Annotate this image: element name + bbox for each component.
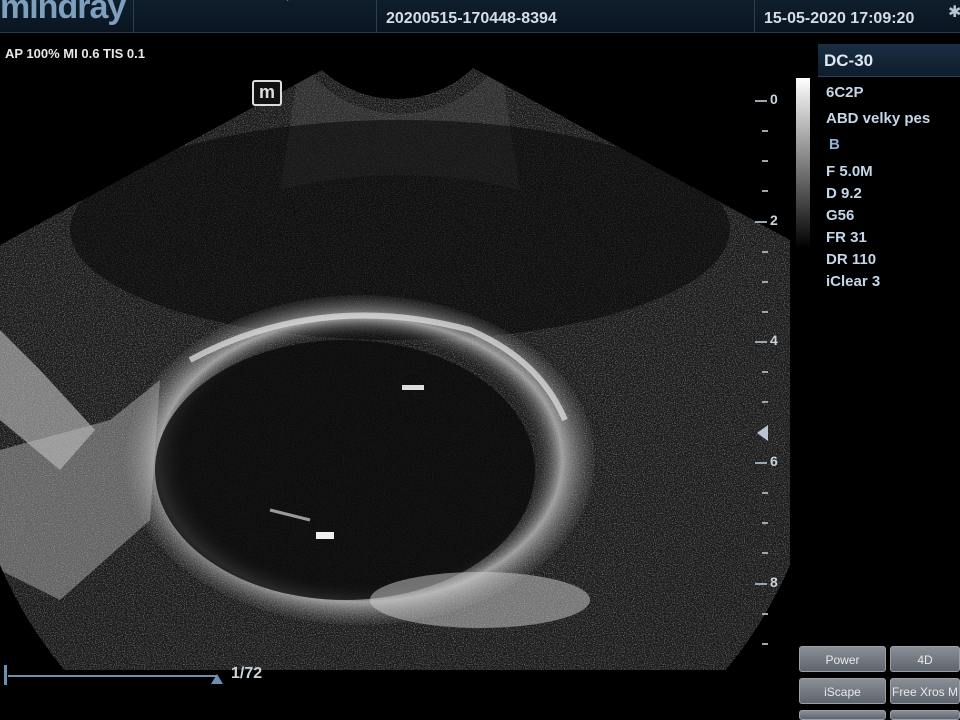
param-iclear: iClear 3 bbox=[826, 273, 881, 290]
depth-minor-tick bbox=[762, 160, 768, 162]
param-gain: G56 bbox=[826, 207, 855, 224]
cine-progress-track[interactable] bbox=[8, 675, 218, 677]
depth-major-tick bbox=[755, 100, 767, 102]
probe-model: 6C2P bbox=[826, 84, 864, 101]
imaging-mode: B bbox=[829, 136, 840, 153]
cine-start-marker[interactable] bbox=[4, 665, 7, 685]
depth-minor-tick bbox=[762, 401, 768, 403]
soft-button-partial[interactable] bbox=[890, 710, 960, 720]
depth-minor-tick bbox=[762, 552, 768, 554]
depth-label: 8 bbox=[770, 574, 778, 590]
ultrasound-image[interactable] bbox=[0, 0, 960, 720]
depth-minor-tick bbox=[762, 522, 768, 524]
param-frame-rate: FR 31 bbox=[826, 229, 867, 246]
exam-type: ABD velky pes bbox=[826, 110, 931, 127]
param-depth: D 9.2 bbox=[826, 185, 862, 202]
depth-minor-tick bbox=[762, 281, 768, 283]
depth-label: 4 bbox=[770, 332, 778, 348]
depth-minor-tick bbox=[762, 311, 768, 313]
depth-minor-tick bbox=[762, 371, 768, 373]
depth-major-tick bbox=[755, 221, 767, 223]
soft-button-partial[interactable] bbox=[799, 710, 886, 720]
preset-label: DC-30 bbox=[824, 51, 874, 70]
depth-label: 0 bbox=[770, 91, 778, 107]
depth-minor-tick bbox=[762, 643, 768, 645]
4d-button[interactable]: 4D bbox=[890, 646, 960, 672]
depth-minor-tick bbox=[762, 130, 768, 132]
iscape-button[interactable]: iScape bbox=[799, 678, 886, 704]
depth-minor-tick bbox=[762, 251, 768, 253]
power-button[interactable]: Power bbox=[799, 646, 886, 672]
depth-minor-tick bbox=[762, 492, 768, 494]
depth-major-tick bbox=[755, 462, 767, 464]
depth-label: 6 bbox=[770, 453, 778, 469]
cine-position-handle[interactable] bbox=[211, 674, 223, 684]
depth-major-tick bbox=[755, 341, 767, 343]
probe-orientation-logo: m bbox=[252, 80, 282, 106]
depth-label: 2 bbox=[770, 212, 778, 228]
param-dynamic-range: DR 110 bbox=[826, 251, 877, 268]
preset-header[interactable]: DC-30 bbox=[818, 44, 960, 77]
depth-major-tick bbox=[755, 583, 767, 585]
param-frequency: F 5.0M bbox=[826, 163, 873, 180]
free-xros-button[interactable]: Free Xros M bbox=[890, 678, 960, 704]
depth-minor-tick bbox=[762, 190, 768, 192]
cine-frame-counter: 1/72 bbox=[231, 665, 263, 682]
grayscale-map-bar bbox=[796, 78, 810, 248]
focus-position-marker[interactable] bbox=[757, 425, 768, 441]
depth-minor-tick bbox=[762, 613, 768, 615]
